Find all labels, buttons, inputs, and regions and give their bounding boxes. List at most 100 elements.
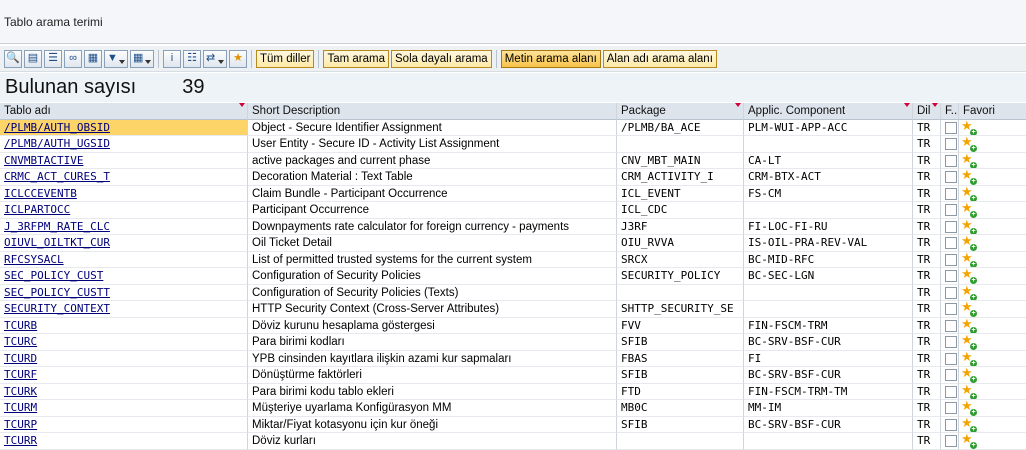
table-name-link[interactable]: TCURD <box>4 352 37 365</box>
flag-checkbox[interactable] <box>945 187 957 200</box>
table-name-cell[interactable]: TCURF <box>0 367 248 384</box>
table-name-link[interactable]: CNVMBTACTIVE <box>4 154 83 167</box>
table-row[interactable]: TCURR Döviz kurları TR ★ + <box>0 433 1026 450</box>
flag-checkbox[interactable] <box>945 385 957 398</box>
table-row[interactable]: /PLMB/AUTH_UGSID User Entity - Secure ID … <box>0 136 1026 153</box>
table-name-cell[interactable]: J_3RFPM_RATE_CLC <box>0 218 248 235</box>
table-name-link[interactable]: TCURP <box>4 418 37 431</box>
funnel-icon[interactable]: ▼ <box>104 49 128 68</box>
add-favorite-icon[interactable]: ★ + <box>961 219 977 235</box>
table-name-link[interactable]: CRMC_ACT_CURES_T <box>4 170 110 183</box>
print-icon[interactable]: ▤ <box>24 49 42 68</box>
add-favorite-icon[interactable]: ★ + <box>961 285 977 301</box>
add-favorite-icon[interactable]: ★ + <box>961 136 977 152</box>
table-row[interactable]: CRMC_ACT_CURES_T Decoration Material : Te… <box>0 169 1026 186</box>
table-name-cell[interactable]: TCURM <box>0 400 248 417</box>
flag-checkbox[interactable] <box>945 204 957 216</box>
table-name-link[interactable]: SEC_POLICY_CUSTT <box>4 286 110 299</box>
table-row[interactable]: ICLCCEVENTB Claim Bundle - Participant Oc… <box>0 185 1026 202</box>
table-row[interactable]: RFCSYSACL List of permitted trusted syste… <box>0 251 1026 268</box>
table-name-link[interactable]: /PLMB/AUTH_UGSID <box>4 137 110 150</box>
table-row[interactable]: J_3RFPM_RATE_CLC Downpayments rate calcul… <box>0 218 1026 235</box>
info-icon[interactable]: i <box>163 49 181 68</box>
add-favorite-icon[interactable]: ★ + <box>961 120 977 136</box>
flag-checkbox[interactable] <box>945 336 957 348</box>
full-search-button[interactable]: Tam arama <box>323 49 390 68</box>
flag-checkbox[interactable] <box>945 402 957 414</box>
table-row[interactable]: TCURD YPB cinsinden kayıtlara ilişkin aza… <box>0 350 1026 367</box>
add-favorite-icon[interactable]: ★ + <box>961 417 977 433</box>
flag-checkbox[interactable] <box>945 435 957 447</box>
flag-checkbox[interactable] <box>945 220 957 233</box>
table-name-link[interactable]: ICLPARTOCC <box>4 203 70 216</box>
column-header-favorite[interactable]: Favori <box>959 103 1026 120</box>
table-row[interactable]: CNVMBTACTIVE active packages and current … <box>0 152 1026 169</box>
table-name-cell[interactable]: TCURD <box>0 350 248 367</box>
table-name-cell[interactable]: ICLPARTOCC <box>0 202 248 219</box>
table-name-link[interactable]: SECURITY_CONTEXT <box>4 302 110 315</box>
table-name-cell[interactable]: RFCSYSACL <box>0 251 248 268</box>
field-name-search-button[interactable]: Alan adı arama alanı <box>602 49 717 68</box>
flag-checkbox[interactable] <box>945 171 957 183</box>
favorite-icon[interactable]: ★ <box>229 49 247 68</box>
table-name-link[interactable]: TCURC <box>4 335 37 348</box>
table-name-cell[interactable]: TCURR <box>0 433 248 450</box>
flag-checkbox[interactable] <box>945 303 957 315</box>
add-favorite-icon[interactable]: ★ + <box>961 186 977 202</box>
table-name-cell[interactable]: TCURP <box>0 416 248 433</box>
flag-checkbox[interactable] <box>945 319 957 332</box>
column-header-applic-component[interactable]: Applic. Component <box>744 103 913 120</box>
table-name-link[interactable]: SEC_POLICY_CUST <box>4 269 103 282</box>
table-name-link[interactable]: RFCSYSACL <box>4 253 64 266</box>
add-favorite-icon[interactable]: ★ + <box>961 351 977 367</box>
add-favorite-icon[interactable]: ★ + <box>961 202 977 218</box>
table-row[interactable]: OIUVL_OILTKT_CUR Oil Ticket Detail OIU_RVV… <box>0 235 1026 252</box>
export-icon[interactable]: ☷ <box>183 49 201 68</box>
column-header-language[interactable]: Dil <box>913 103 941 120</box>
add-favorite-icon[interactable]: ★ + <box>961 153 977 169</box>
table-name-cell[interactable]: SEC_POLICY_CUST <box>0 268 248 285</box>
table-name-link[interactable]: TCURR <box>4 434 37 447</box>
add-favorite-icon[interactable]: ★ + <box>961 252 977 268</box>
table-row[interactable]: ICLPARTOCC Participant Occurrence ICL_CDC T… <box>0 202 1026 219</box>
table-name-link[interactable]: J_3RFPM_RATE_CLC <box>4 220 110 233</box>
table-row[interactable]: TCURP Miktar/Fiyat kotasyonu için kur öne… <box>0 416 1026 433</box>
add-favorite-icon[interactable]: ★ + <box>961 384 977 400</box>
columns-icon[interactable]: ▦ <box>130 49 154 68</box>
add-favorite-icon[interactable]: ★ + <box>961 367 977 383</box>
details-icon[interactable]: 🔍 <box>4 49 22 68</box>
transfer-icon[interactable]: ⇄ <box>203 49 227 68</box>
add-favorite-icon[interactable]: ★ + <box>961 235 977 251</box>
flag-checkbox[interactable] <box>945 154 957 167</box>
table-name-link[interactable]: TCURF <box>4 368 37 381</box>
table-name-link[interactable]: TCURM <box>4 401 37 414</box>
flag-checkbox[interactable] <box>945 121 957 134</box>
column-header-package[interactable]: Package <box>617 103 744 120</box>
table-row[interactable]: TCURC Para birimi kodları SFIB BC-SRV-BSF-C… <box>0 334 1026 351</box>
table-name-cell[interactable]: /PLMB/AUTH_OBSID <box>0 119 248 136</box>
table-name-link[interactable]: ICLCCEVENTB <box>4 187 77 200</box>
table-name-cell[interactable]: /PLMB/AUTH_UGSID <box>0 136 248 153</box>
add-favorite-icon[interactable]: ★ + <box>961 400 977 416</box>
add-favorite-icon[interactable]: ★ + <box>961 169 977 185</box>
flag-checkbox[interactable] <box>945 138 957 150</box>
layout-icon[interactable]: ▦ <box>84 49 102 68</box>
table-row[interactable]: SEC_POLICY_CUST Configuration of Security… <box>0 268 1026 285</box>
table-name-cell[interactable]: OIUVL_OILTKT_CUR <box>0 235 248 252</box>
flag-checkbox[interactable] <box>945 253 957 266</box>
flag-checkbox[interactable] <box>945 237 957 249</box>
table-name-cell[interactable]: TCURK <box>0 383 248 400</box>
column-header-short-description[interactable]: Short Description <box>248 103 617 120</box>
table-name-link[interactable]: OIUVL_OILTKT_CUR <box>4 236 110 249</box>
add-favorite-icon[interactable]: ★ + <box>961 433 977 449</box>
flag-checkbox[interactable] <box>945 286 957 299</box>
flag-checkbox[interactable] <box>945 352 957 365</box>
table-row[interactable]: TCURF Dönüştürme faktörleri SFIB BC-SRV-BSF… <box>0 367 1026 384</box>
text-search-field-button[interactable]: Metin arama alanı <box>500 49 601 68</box>
flag-checkbox[interactable] <box>945 418 957 431</box>
add-favorite-icon[interactable]: ★ + <box>961 334 977 350</box>
add-favorite-icon[interactable]: ★ + <box>961 268 977 284</box>
table-row[interactable]: SEC_POLICY_CUSTT Configuration of Securit… <box>0 284 1026 301</box>
table-name-cell[interactable]: TCURB <box>0 317 248 334</box>
flag-checkbox[interactable] <box>945 369 957 381</box>
